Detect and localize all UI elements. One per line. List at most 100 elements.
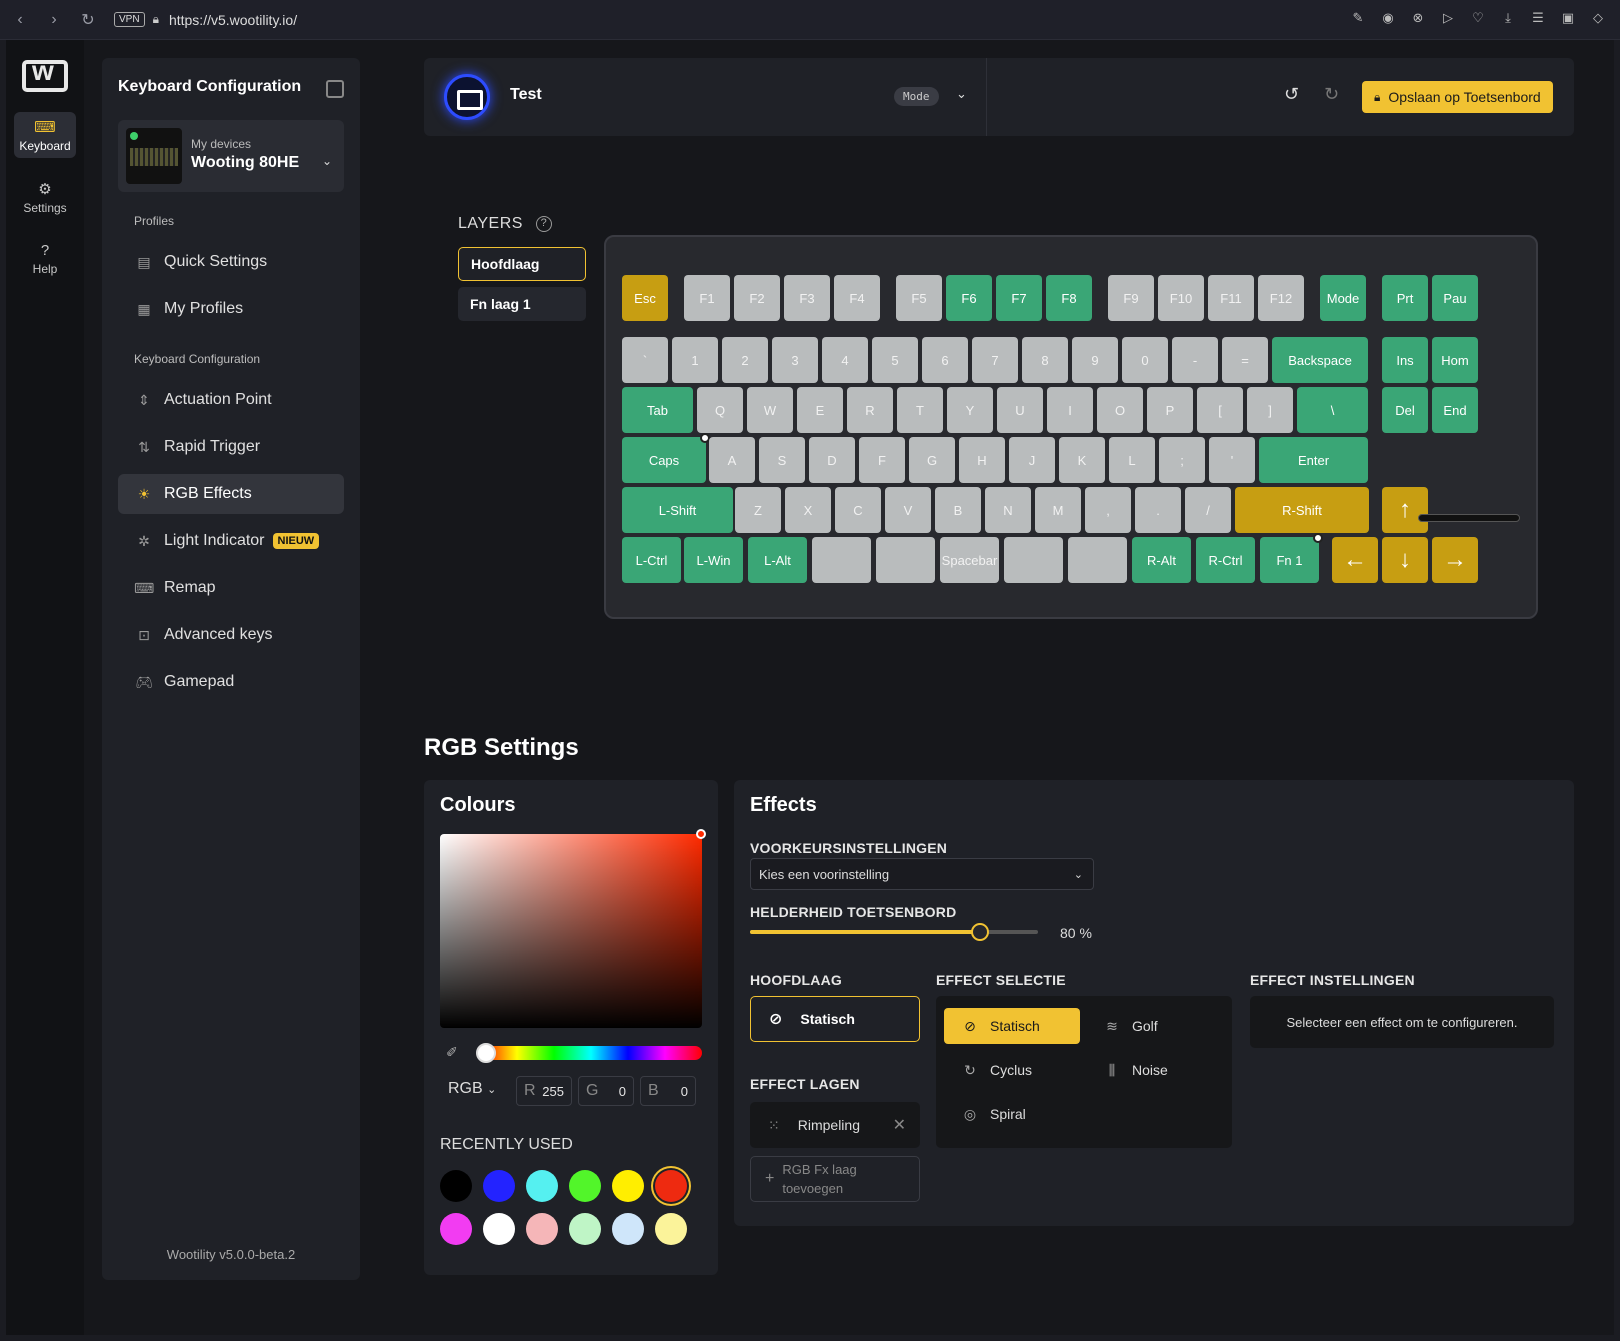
key--[interactable]: \ bbox=[1297, 387, 1368, 433]
key-f9[interactable]: F9 bbox=[1108, 275, 1154, 321]
key-f3[interactable]: F3 bbox=[784, 275, 830, 321]
play-icon[interactable]: ▷ bbox=[1438, 8, 1458, 28]
key-1[interactable]: 1 bbox=[672, 337, 718, 383]
key--[interactable]: - bbox=[1172, 337, 1218, 383]
key-fn-1[interactable]: Fn 1 bbox=[1260, 533, 1323, 583]
color-swatch[interactable] bbox=[655, 1170, 687, 1202]
key-f11[interactable]: F11 bbox=[1208, 275, 1254, 321]
save-to-keyboard-button[interactable]: 🔒︎ Opslaan op Toetsenbord bbox=[1362, 81, 1553, 113]
extension-icon[interactable]: ▣ bbox=[1558, 8, 1578, 28]
color-swatch[interactable] bbox=[483, 1170, 515, 1202]
key-l[interactable]: L bbox=[1109, 437, 1155, 483]
sidebar-item-actuation-point[interactable]: ⇕ Actuation Point bbox=[118, 380, 344, 420]
key-w[interactable]: W bbox=[747, 387, 793, 433]
back-icon[interactable]: ‹ bbox=[6, 6, 34, 34]
rail-keyboard[interactable]: ⌨ Keyboard bbox=[14, 112, 76, 158]
hue-slider[interactable] bbox=[476, 1043, 702, 1063]
shield-icon[interactable]: ⊗ bbox=[1408, 8, 1428, 28]
key-r-ctrl[interactable]: R-Ctrl bbox=[1196, 537, 1255, 583]
key-j[interactable]: J bbox=[1009, 437, 1055, 483]
close-icon[interactable]: ✕ bbox=[893, 1115, 906, 1135]
sidebar-item-quick-settings[interactable]: ▤ Quick Settings bbox=[118, 242, 344, 282]
key-p[interactable]: P bbox=[1147, 387, 1193, 433]
key-pau[interactable]: Pau bbox=[1432, 275, 1478, 321]
key-end[interactable]: End bbox=[1432, 387, 1478, 433]
color-swatch[interactable] bbox=[655, 1213, 687, 1245]
key-f12[interactable]: F12 bbox=[1258, 275, 1304, 321]
cube-icon[interactable]: ◇ bbox=[1588, 8, 1608, 28]
key-f[interactable]: F bbox=[859, 437, 905, 483]
key-backspace[interactable]: Backspace bbox=[1272, 337, 1368, 383]
rail-help[interactable]: ? Help bbox=[14, 236, 76, 282]
brightness-slider[interactable] bbox=[750, 923, 1038, 941]
sidebar-item-rapid-trigger[interactable]: ⇅ Rapid Trigger bbox=[118, 427, 344, 467]
key-caps[interactable]: Caps bbox=[622, 433, 710, 483]
sidebar-item-rgb-effects[interactable]: ☀ RGB Effects bbox=[118, 474, 344, 514]
reload-icon[interactable]: ↻ bbox=[74, 6, 102, 34]
chevron-down-icon[interactable]: ⌄ bbox=[956, 86, 967, 102]
heart-icon[interactable]: ♡ bbox=[1468, 8, 1488, 28]
key-f1[interactable]: F1 bbox=[684, 275, 730, 321]
key-f5[interactable]: F5 bbox=[896, 275, 942, 321]
key--[interactable]: / bbox=[1185, 487, 1231, 533]
undo-icon[interactable]: ↺ bbox=[1284, 84, 1299, 105]
key-blank[interactable] bbox=[1004, 537, 1063, 583]
key-h[interactable]: H bbox=[959, 437, 1005, 483]
effect-option-statisch[interactable]: ⊘ Statisch bbox=[944, 1008, 1080, 1044]
key-6[interactable]: 6 bbox=[922, 337, 968, 383]
menu-icon[interactable]: ☰ bbox=[1528, 8, 1548, 28]
key-8[interactable]: 8 bbox=[1022, 337, 1068, 383]
profile-name[interactable]: Test bbox=[510, 86, 542, 104]
key-hom[interactable]: Hom bbox=[1432, 337, 1478, 383]
key--[interactable]: → bbox=[1432, 537, 1478, 583]
redo-icon[interactable]: ↻ bbox=[1324, 84, 1339, 105]
key-e[interactable]: E bbox=[797, 387, 843, 433]
effect-option-golf[interactable]: ≋ Golf bbox=[1086, 1008, 1222, 1044]
key--[interactable]: [ bbox=[1197, 387, 1243, 433]
key-enter[interactable]: Enter bbox=[1259, 437, 1368, 483]
blue-input[interactable]: B 0 bbox=[640, 1076, 696, 1106]
sidebar-item-gamepad[interactable]: 🎮︎ Gamepad bbox=[118, 662, 344, 702]
key-2[interactable]: 2 bbox=[722, 337, 768, 383]
key-f6[interactable]: F6 bbox=[946, 275, 992, 321]
key-5[interactable]: 5 bbox=[872, 337, 918, 383]
forward-icon[interactable]: › bbox=[40, 6, 68, 34]
color-swatch[interactable] bbox=[526, 1213, 558, 1245]
key-spacebar[interactable]: Spacebar bbox=[940, 537, 999, 583]
color-picker-handle[interactable] bbox=[696, 829, 706, 839]
collapse-sidebar-icon[interactable] bbox=[326, 80, 344, 98]
sidebar-item-light-indicator[interactable]: ✲ Light Indicator NIEUW bbox=[118, 521, 344, 561]
rail-settings[interactable]: ⚙ Settings bbox=[14, 174, 76, 220]
layer-hoofdlaag[interactable]: Hoofdlaag bbox=[458, 247, 586, 281]
key--[interactable]: ; bbox=[1159, 437, 1205, 483]
key-v[interactable]: V bbox=[885, 487, 931, 533]
key-mode[interactable]: Mode bbox=[1320, 275, 1366, 321]
key-9[interactable]: 9 bbox=[1072, 337, 1118, 383]
key-a[interactable]: A bbox=[709, 437, 755, 483]
key-n[interactable]: N bbox=[985, 487, 1031, 533]
key-r-alt[interactable]: R-Alt bbox=[1132, 537, 1191, 583]
key-k[interactable]: K bbox=[1059, 437, 1105, 483]
effect-option-cyclus[interactable]: ↻ Cyclus bbox=[944, 1052, 1080, 1088]
key-ins[interactable]: Ins bbox=[1382, 337, 1428, 383]
key--[interactable]: ` bbox=[622, 337, 668, 383]
key-3[interactable]: 3 bbox=[772, 337, 818, 383]
color-swatch[interactable] bbox=[569, 1170, 601, 1202]
key-l-shift[interactable]: L-Shift bbox=[622, 487, 733, 533]
key--[interactable]: ] bbox=[1247, 387, 1293, 433]
key-f10[interactable]: F10 bbox=[1158, 275, 1204, 321]
key--[interactable]: ↓ bbox=[1382, 537, 1428, 583]
red-input[interactable]: R 255 bbox=[516, 1076, 572, 1106]
color-swatch[interactable] bbox=[440, 1213, 472, 1245]
key--[interactable]: ← bbox=[1332, 537, 1378, 583]
preset-select[interactable]: Kies een voorinstelling ⌄ bbox=[750, 858, 1094, 890]
key-l-alt[interactable]: L-Alt bbox=[748, 537, 807, 583]
key-m[interactable]: M bbox=[1035, 487, 1081, 533]
key-f2[interactable]: F2 bbox=[734, 275, 780, 321]
key-prt[interactable]: Prt bbox=[1382, 275, 1428, 321]
download-icon[interactable]: ⤓ bbox=[1498, 8, 1518, 28]
layer-fn-1[interactable]: Fn laag 1 bbox=[458, 287, 586, 321]
key-blank[interactable] bbox=[1068, 537, 1127, 583]
key-t[interactable]: T bbox=[897, 387, 943, 433]
color-swatch[interactable] bbox=[612, 1170, 644, 1202]
